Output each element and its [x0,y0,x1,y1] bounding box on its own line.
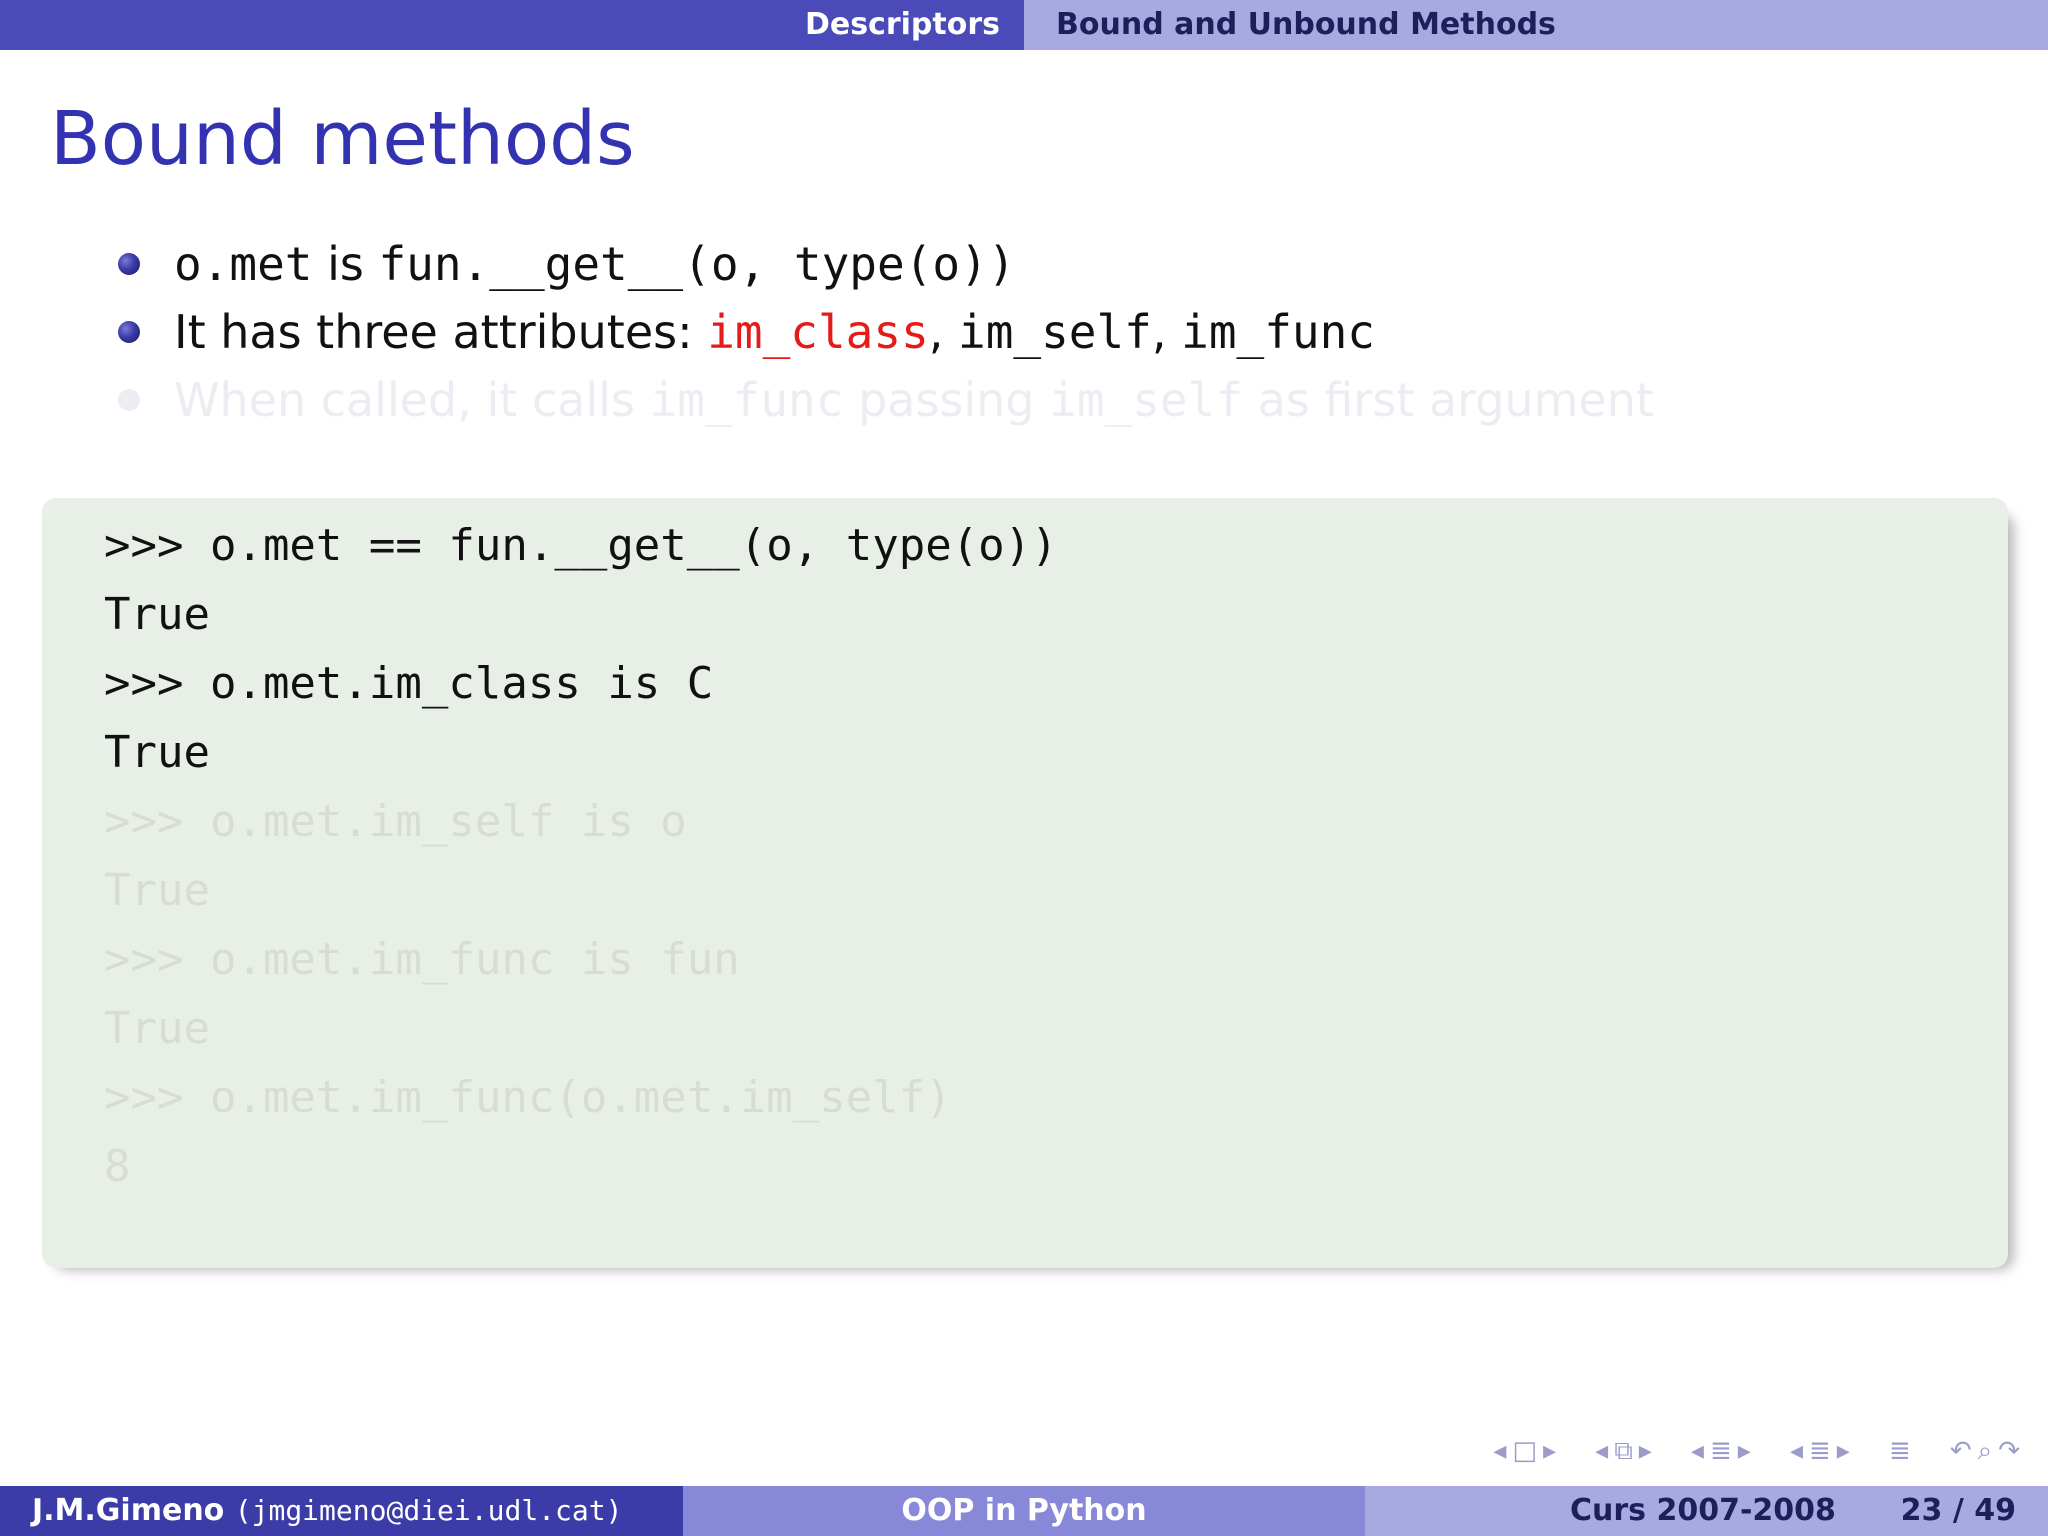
header-section-link[interactable]: Descriptors [805,0,1000,50]
code-line-upcoming: 8 [104,1141,131,1192]
code-line: True [104,589,210,640]
subsection-next-icon[interactable]: ▸ [1639,1436,1652,1466]
footer-title: OOP in Python [901,1493,1147,1528]
bullet-text-segment: It has three attributes: [174,305,708,359]
slide-prev-icon[interactable]: ◂ [1790,1436,1803,1466]
forward-icon[interactable]: ↷ [1998,1436,2020,1466]
toc-icon[interactable]: ≣ [1889,1436,1911,1466]
frame-prev-icon[interactable]: ◂ [1493,1436,1506,1466]
inline-code: im_self [1049,373,1244,427]
inline-code-highlight: im_class [707,305,929,359]
code-line: >>> o.met.im_class is C [104,658,714,709]
bullet-text-segment: as first argument [1243,373,1654,427]
bullet-list: o.met is fun.__get__(o, type(o)) It has … [118,230,2018,434]
code-line: True [104,727,210,778]
bullet-text-segment: is [312,237,379,291]
frame-icon[interactable]: □ [1512,1436,1537,1466]
bullet-text: o.met is fun.__get__(o, type(o)) [174,230,1015,298]
inline-code: o.met [174,237,313,291]
code-line-upcoming: >>> o.met.im_func is fun [104,934,740,985]
subsection-prev-icon[interactable]: ◂ [1595,1436,1608,1466]
bullet-icon [118,321,140,343]
section-icon[interactable]: ≣ [1710,1436,1732,1466]
inline-code: im_func [649,373,844,427]
search-icon[interactable]: ⌕ [1978,1436,1993,1467]
header-bar: Descriptors Bound and Unbound Methods [0,0,2048,50]
bullet-text: When called, it calls im_func passing im… [174,366,1654,434]
bullet-text: It has three attributes: im_class, im_se… [174,298,1375,366]
inline-code: fun.__get__(o, type(o)) [378,237,1016,291]
code-line-upcoming: True [104,1003,210,1054]
frame-next-icon[interactable]: ▸ [1543,1436,1556,1466]
back-icon[interactable]: ↶ [1950,1436,1972,1466]
author-name: J.M.Gimeno [32,1493,225,1528]
bullet-text-segment: passing [843,373,1050,427]
slide-next-icon[interactable]: ▸ [1837,1436,1850,1466]
bullet-icon [118,389,140,411]
code-line-upcoming: >>> o.met.im_self is o [104,796,687,847]
author-email: (jmgimeno@diei.udl.cat) [234,1494,623,1527]
separator: , [1151,305,1182,359]
footer-author: J.M.Gimeno (jmgimeno@diei.udl.cat) [32,1486,622,1536]
footer-course: Curs 2007-2008 [1570,1493,1836,1528]
inline-code: im_func [1181,305,1376,359]
footer-title-panel: OOP in Python [683,1486,1365,1536]
bullet-item: o.met is fun.__get__(o, type(o)) [118,230,2018,298]
header-section-panel: Descriptors [0,0,1024,50]
bullet-text-segment: When called, it calls [174,373,650,427]
subsection-icon[interactable]: ⧉ [1614,1436,1633,1467]
code-line: >>> o.met == fun.__get__(o, type(o)) [104,520,1058,571]
header-subsection-panel: Bound and Unbound Methods [1024,0,2048,50]
footer-bar: J.M.Gimeno (jmgimeno@diei.udl.cat) OOP i… [0,1486,2048,1536]
section-next-icon[interactable]: ▸ [1738,1436,1751,1466]
inline-code: im_self [958,305,1152,359]
slide-icon[interactable]: ≣ [1809,1436,1831,1466]
code-line-upcoming: True [104,865,210,916]
header-subsection-link[interactable]: Bound and Unbound Methods [1056,0,1556,50]
page-number: 23 / 49 [1900,1493,2016,1528]
code-block: >>> o.met == fun.__get__(o, type(o)) Tru… [42,498,2008,1268]
bullet-item-upcoming: When called, it calls im_func passing im… [118,366,2018,434]
section-prev-icon[interactable]: ◂ [1691,1436,1704,1466]
bullet-item: It has three attributes: im_class, im_se… [118,298,2018,366]
footer-course-panel: Curs 2007-2008 23 / 49 [1365,1486,2048,1536]
code-line-upcoming: >>> o.met.im_func(o.met.im_self) [104,1072,952,1123]
frame-title: Bound methods [50,96,635,182]
separator: , [928,305,959,359]
footer-author-panel: J.M.Gimeno (jmgimeno@diei.udl.cat) [0,1486,683,1536]
bullet-icon [118,253,140,275]
navigation-symbols: ◂ □ ▸ ◂ ⧉ ▸ ◂ ≣ ▸ ◂ ≣ ▸ ≣ ↶ ⌕ ↷ [1487,1436,2020,1476]
